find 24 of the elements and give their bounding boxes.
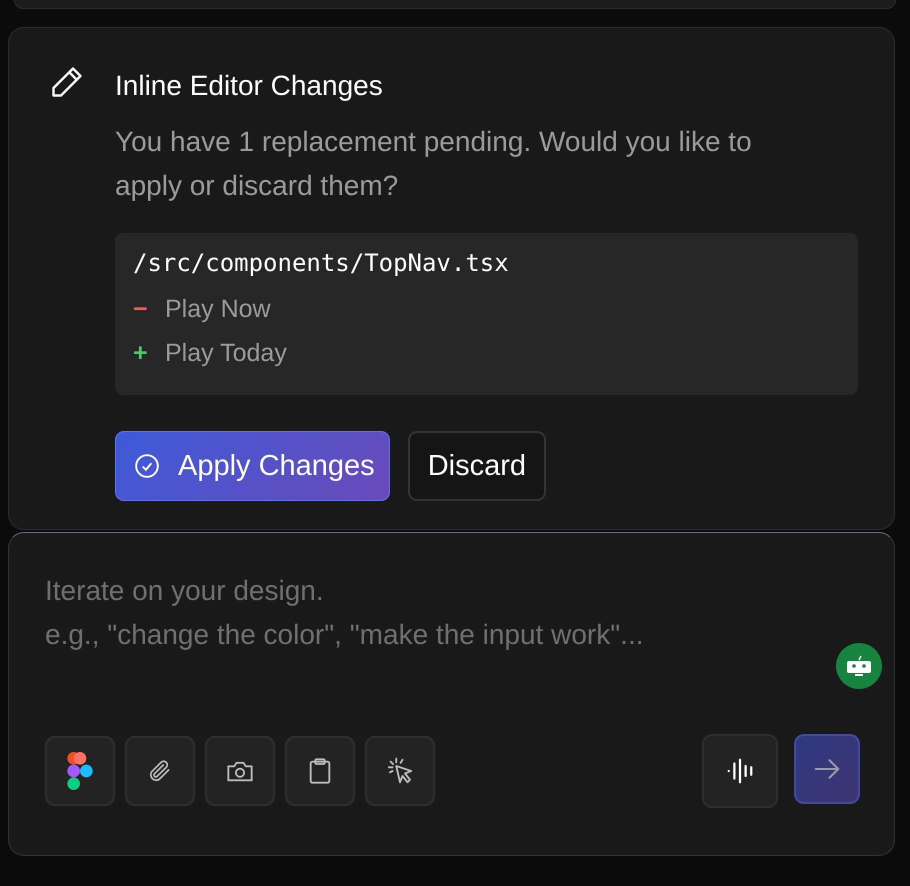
voice-button[interactable] [702,734,778,808]
apply-button[interactable]: Apply Changes [115,431,390,501]
waveform-icon [725,756,755,786]
figma-icon [67,752,93,790]
plus-sign: + [133,338,147,369]
select-element-button[interactable] [365,736,435,806]
prompt-box[interactable]: Iterate on your design. e.g., "change the color", "make the input work"... [8,532,895,856]
attach-button[interactable] [125,736,195,806]
clipboard-button[interactable] [285,736,355,806]
file-path: /src/components/TopNav.tsx [133,249,510,277]
diff-line: Play Now [165,294,271,325]
robot-icon[interactable] [836,643,882,689]
check-circle-icon [134,453,160,479]
card-title: Inline Editor Changes [115,70,384,102]
diff-line: Play Today [165,338,287,369]
prompt-field[interactable]: Iterate on your design. e.g., "change the color", "make the input work"... [45,569,745,699]
clipboard-icon [308,757,332,785]
minus-sign: − [133,294,147,325]
send-button[interactable] [794,734,860,804]
discard-button[interactable]: Discard [408,431,546,501]
cursor-click-icon [385,756,415,786]
figma-button[interactable] [45,736,115,806]
camera-button[interactable] [205,736,275,806]
card-message: You have 1 replacement pending. Would you like to apply or discard them? [115,125,753,203]
